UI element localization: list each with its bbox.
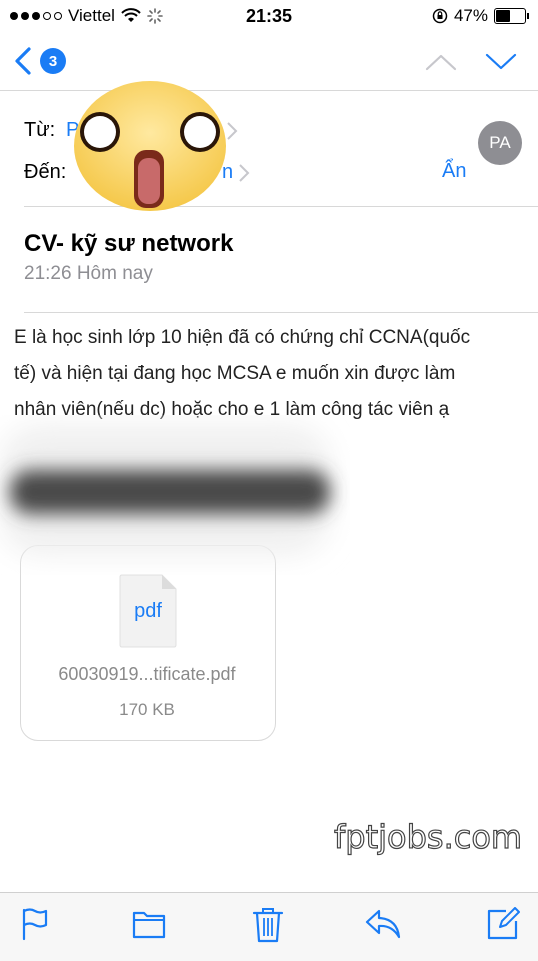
folder-icon[interactable]	[132, 907, 166, 941]
rotation-lock-icon	[432, 8, 448, 24]
status-bar: Viettel 21:35 47%	[0, 0, 538, 32]
battery-percent: 47%	[453, 6, 488, 25]
reply-icon[interactable]	[364, 907, 402, 941]
unread-count-badge[interactable]: 3	[40, 48, 66, 74]
compose-icon[interactable]	[486, 907, 520, 941]
message-body: E là học sinh lớp 10 hiện đã có chứng ch…	[14, 320, 534, 428]
chevron-right-icon	[239, 164, 250, 182]
battery-icon	[494, 8, 529, 24]
avatar[interactable]: PA	[478, 121, 522, 165]
redacted-blur-region	[0, 425, 330, 555]
to-label: Đến:	[24, 161, 67, 183]
back-chevron-icon[interactable]	[12, 46, 34, 76]
subject-divider	[24, 312, 538, 313]
previous-message-icon[interactable]	[424, 52, 458, 72]
trash-icon[interactable]	[252, 907, 284, 943]
pdf-type-label: pdf	[134, 600, 162, 622]
bottom-toolbar	[0, 892, 538, 961]
attachment-size: 170 KB	[119, 700, 175, 719]
status-right: 47%	[432, 6, 529, 26]
next-message-icon[interactable]	[484, 52, 518, 72]
shocked-face-sticker-icon	[74, 81, 226, 211]
from-label: Từ:	[24, 119, 56, 141]
flag-icon[interactable]	[20, 907, 50, 941]
message-datetime: 21:26 Hôm nay	[24, 263, 153, 284]
body-line: tế) và hiện tại đang học MCSA e muốn xin…	[14, 363, 456, 384]
attachment-filename: 60030919...tificate.pdf	[58, 664, 236, 684]
watermark-text: fptjobs.com	[333, 817, 523, 856]
message-subject: CV- kỹ sư network	[24, 230, 234, 257]
body-line: E là học sinh lớp 10 hiện đã có chứng ch…	[14, 327, 471, 348]
hide-details-button[interactable]: Ẩn	[442, 160, 466, 183]
